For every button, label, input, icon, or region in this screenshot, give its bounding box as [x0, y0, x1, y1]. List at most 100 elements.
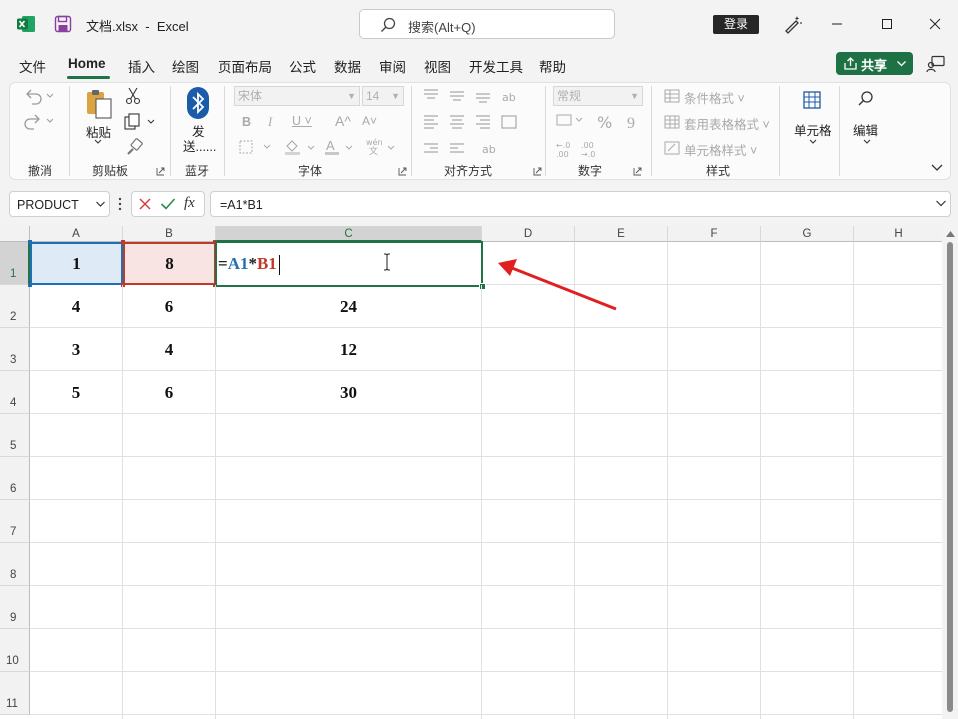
copy-icon[interactable] — [123, 113, 157, 131]
ref-handle[interactable] — [28, 240, 32, 244]
italic-button[interactable]: I — [268, 115, 272, 130]
row-header-1[interactable]: 1 — [0, 242, 30, 285]
row-header-10[interactable]: 10 — [0, 629, 30, 672]
tab-page-layout[interactable]: 页面布局 — [218, 56, 272, 76]
chevron-down-icon[interactable] — [935, 199, 947, 208]
share-button[interactable]: 共享 — [836, 52, 913, 75]
scrollbar-thumb[interactable] — [947, 242, 953, 712]
select-all-corner[interactable] — [0, 226, 30, 242]
font-name-select[interactable]: 宋体 ▼ — [234, 86, 360, 106]
cell-a4[interactable]: 5 — [30, 371, 123, 414]
formula-input[interactable]: =A1*B1 — [210, 191, 951, 217]
column-header-e[interactable]: E — [575, 226, 668, 242]
column-header-f[interactable]: F — [668, 226, 761, 242]
column-header-d[interactable]: D — [482, 226, 575, 242]
editing-button[interactable]: 编辑 — [853, 120, 878, 139]
conditional-format-button[interactable]: 条件格式 ˅ — [684, 88, 745, 107]
number-format-select[interactable]: 常规 ▼ — [553, 86, 643, 106]
cell-c4[interactable]: 30 — [216, 371, 482, 414]
tab-formulas[interactable]: 公式 — [289, 56, 316, 76]
font-color-icon[interactable]: A — [324, 138, 358, 156]
paste-icon[interactable] — [84, 88, 114, 120]
cell-c3[interactable]: 12 — [216, 328, 482, 371]
editing-search-icon[interactable] — [857, 90, 875, 108]
login-button[interactable]: 登录 — [713, 15, 759, 34]
row-header-5[interactable]: 5 — [0, 414, 30, 457]
fill-color-icon[interactable] — [284, 138, 318, 156]
column-header-c[interactable]: C — [216, 226, 482, 242]
column-header-h[interactable]: H — [854, 226, 944, 242]
cell-a2[interactable]: 4 — [30, 285, 123, 328]
enter-icon[interactable] — [160, 197, 176, 211]
cells-button[interactable]: 单元格 — [794, 120, 832, 139]
tab-home[interactable]: Home — [68, 56, 106, 71]
chevron-down-icon[interactable] — [808, 138, 818, 146]
decrease-font-size-button[interactable]: A˅ — [362, 114, 377, 128]
cell-b4[interactable]: 6 — [123, 371, 216, 414]
tab-help[interactable]: 帮助 — [539, 56, 566, 76]
cell-b1[interactable]: 8 — [123, 242, 216, 285]
chevron-down-icon[interactable] — [862, 138, 872, 146]
chevron-down-icon[interactable] — [93, 138, 103, 146]
dialog-launcher-icon[interactable] — [633, 167, 642, 176]
tab-review[interactable]: 审阅 — [379, 56, 406, 76]
tab-view[interactable]: 视图 — [424, 56, 451, 76]
cell-a3[interactable]: 3 — [30, 328, 123, 371]
cell-c1-editing[interactable]: =A1*B1 — [215, 241, 486, 290]
row-header-3[interactable]: 3 — [0, 328, 30, 371]
borders-icon[interactable] — [239, 140, 273, 154]
font-size-select[interactable]: 14 ▼ — [362, 86, 404, 106]
vertical-scrollbar[interactable] — [942, 226, 958, 719]
search-input[interactable]: 搜索(Alt+Q) — [359, 9, 615, 39]
cells-icon[interactable] — [803, 91, 821, 109]
row-header-9[interactable]: 9 — [0, 586, 30, 629]
dialog-launcher-icon[interactable] — [156, 167, 165, 176]
format-as-table-button[interactable]: 套用表格格式 ˅ — [684, 114, 770, 133]
phonetic-guide-icon[interactable]: wén 文 — [366, 137, 400, 155]
bold-button[interactable]: B — [242, 115, 251, 129]
underline-button[interactable]: U ˅ — [292, 114, 312, 128]
row-header-6[interactable]: 6 — [0, 457, 30, 500]
column-header-b[interactable]: B — [123, 226, 216, 242]
magic-wand-icon[interactable] — [783, 14, 803, 34]
tab-file[interactable]: 文件 — [19, 56, 46, 76]
column-header-a[interactable]: A — [30, 226, 123, 242]
scroll-up-icon[interactable] — [946, 231, 955, 237]
row-header-7[interactable]: 7 — [0, 500, 30, 543]
increase-font-size-button[interactable]: A^ — [335, 113, 351, 129]
tab-developer[interactable]: 开发工具 — [469, 56, 523, 76]
tab-data[interactable]: 数据 — [334, 56, 361, 76]
minimize-button[interactable] — [825, 12, 849, 36]
row-header-8[interactable]: 8 — [0, 543, 30, 586]
bluetooth-icon[interactable] — [186, 87, 210, 119]
row-header-11[interactable]: 11 — [0, 672, 30, 715]
tab-draw[interactable]: 绘图 — [172, 56, 199, 76]
row-header-4[interactable]: 4 — [0, 371, 30, 414]
cancel-icon[interactable] — [138, 197, 152, 211]
format-painter-icon[interactable] — [125, 138, 143, 156]
more-options-icon[interactable] — [118, 196, 122, 212]
save-icon[interactable] — [54, 15, 72, 33]
dialog-launcher-icon[interactable] — [398, 167, 407, 176]
cut-icon[interactable] — [125, 87, 141, 105]
name-box[interactable]: PRODUCT — [9, 191, 110, 217]
cell-b3[interactable]: 4 — [123, 328, 216, 371]
undo-icon[interactable] — [23, 87, 53, 105]
close-button[interactable] — [923, 12, 947, 36]
number-format-icons[interactable]: % 9 ←.0 .00 .00 →.0 — [553, 112, 643, 160]
alignment-icons[interactable]: ab ab — [422, 87, 522, 157]
cell-b2[interactable]: 6 — [123, 285, 216, 328]
ribbon-expand-icon[interactable] — [930, 163, 944, 173]
ref-handle[interactable] — [121, 240, 125, 244]
cell-styles-button[interactable]: 单元格样式 ˅ — [684, 140, 757, 159]
worksheet-grid[interactable]: A B C D E F G H 1 2 3 4 5 6 7 8 9 10 11 — [0, 226, 958, 719]
insert-function-icon[interactable]: fx — [184, 195, 195, 212]
redo-icon[interactable] — [23, 112, 53, 130]
row-header-2[interactable]: 2 — [0, 285, 30, 328]
comments-icon[interactable] — [926, 55, 946, 73]
tab-insert[interactable]: 插入 — [128, 56, 155, 76]
cell-a1[interactable]: 1 — [30, 242, 123, 285]
maximize-button[interactable] — [875, 12, 899, 36]
cell-c2[interactable]: 24 — [216, 285, 482, 328]
column-header-g[interactable]: G — [761, 226, 854, 242]
